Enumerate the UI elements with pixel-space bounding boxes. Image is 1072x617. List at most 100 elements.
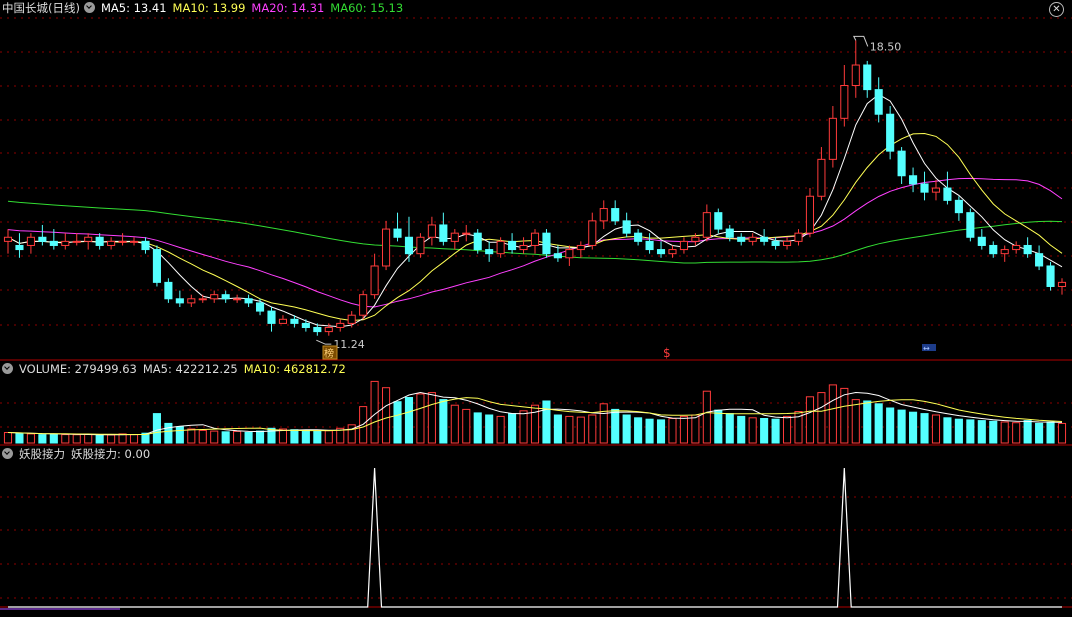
volume-bar[interactable] bbox=[805, 396, 815, 444]
volume-bar[interactable] bbox=[72, 434, 81, 444]
candlestick[interactable] bbox=[95, 233, 104, 250]
volume-bar[interactable] bbox=[817, 392, 826, 444]
candlestick[interactable] bbox=[748, 233, 757, 246]
volume-bar[interactable] bbox=[1012, 422, 1021, 444]
candlestick[interactable] bbox=[542, 229, 551, 258]
volume-bar[interactable] bbox=[656, 419, 666, 444]
candlestick[interactable] bbox=[702, 204, 711, 242]
volume-bar[interactable] bbox=[496, 415, 505, 444]
candlestick[interactable] bbox=[38, 224, 47, 246]
candlestick[interactable] bbox=[828, 106, 837, 168]
candlestick[interactable] bbox=[198, 294, 207, 303]
volume-bar[interactable] bbox=[748, 417, 757, 444]
candlestick[interactable] bbox=[175, 290, 184, 307]
candlestick[interactable] bbox=[221, 290, 230, 303]
volume-bar[interactable] bbox=[840, 387, 849, 444]
candlestick[interactable] bbox=[301, 319, 310, 332]
candlestick[interactable] bbox=[427, 216, 436, 246]
volume-bar[interactable] bbox=[439, 399, 448, 444]
candlestick[interactable] bbox=[565, 245, 574, 266]
volume-bar[interactable] bbox=[771, 418, 780, 444]
candlestick[interactable] bbox=[187, 294, 196, 307]
volume-bar[interactable] bbox=[714, 409, 723, 444]
volume-bar[interactable] bbox=[508, 413, 517, 444]
volume-bar[interactable] bbox=[404, 397, 414, 444]
volume-bar[interactable] bbox=[382, 387, 391, 444]
volume-bar[interactable] bbox=[233, 430, 242, 444]
volume-bar[interactable] bbox=[679, 415, 688, 444]
candlestick[interactable] bbox=[886, 106, 895, 160]
candlestick[interactable] bbox=[278, 315, 288, 324]
volume-bar[interactable] bbox=[210, 430, 219, 444]
volume-bar[interactable] bbox=[485, 414, 494, 444]
volume-bar[interactable] bbox=[1057, 422, 1067, 444]
candlestick[interactable] bbox=[370, 253, 379, 299]
volume-bar[interactable] bbox=[611, 408, 620, 444]
candlestick[interactable] bbox=[3, 229, 13, 254]
volume-bar[interactable] bbox=[393, 401, 402, 444]
chart-canvas[interactable]: 18.50 11.24榜 $ ↔ bbox=[0, 0, 1072, 613]
candlestick[interactable] bbox=[1057, 278, 1067, 295]
volume-bar[interactable] bbox=[954, 418, 963, 444]
volume-bar[interactable] bbox=[255, 430, 265, 444]
candlestick[interactable] bbox=[851, 40, 860, 98]
volume-bar[interactable] bbox=[450, 404, 459, 444]
volume-bar[interactable] bbox=[851, 399, 860, 444]
volume-bar[interactable] bbox=[920, 413, 929, 444]
candlestick[interactable] bbox=[897, 147, 906, 184]
candlestick[interactable] bbox=[943, 171, 952, 205]
candlestick[interactable] bbox=[267, 306, 276, 332]
candlestick[interactable] bbox=[977, 229, 986, 250]
stock-chart[interactable]: 18.50 11.24 榜 $ ↔ bbox=[0, 0, 1072, 613]
volume-bar[interactable] bbox=[943, 417, 952, 444]
candlestick[interactable] bbox=[152, 245, 161, 287]
candlestick[interactable] bbox=[72, 233, 81, 246]
volume-bar[interactable] bbox=[897, 409, 906, 444]
volume-bar[interactable] bbox=[15, 432, 24, 444]
volume-bar[interactable] bbox=[301, 429, 310, 444]
candlestick[interactable] bbox=[382, 220, 391, 271]
candlestick[interactable] bbox=[805, 188, 815, 238]
candlestick[interactable] bbox=[576, 241, 585, 258]
volume-bar[interactable] bbox=[61, 434, 70, 444]
volume-bar[interactable] bbox=[828, 384, 837, 444]
volume-bar[interactable] bbox=[760, 418, 769, 444]
volume-bar[interactable] bbox=[737, 415, 746, 444]
candlestick[interactable] bbox=[989, 241, 998, 258]
arrow-marker[interactable]: ↔ bbox=[922, 344, 936, 353]
candlestick[interactable] bbox=[141, 237, 150, 254]
volume-bar[interactable] bbox=[542, 400, 551, 444]
volume-bar[interactable] bbox=[565, 415, 574, 444]
candlestick[interactable] bbox=[771, 237, 780, 250]
volume-bar[interactable] bbox=[187, 428, 196, 444]
candlestick[interactable] bbox=[118, 233, 127, 246]
volume-bar[interactable] bbox=[588, 414, 597, 444]
candlestick[interactable] bbox=[233, 294, 242, 303]
candlestick[interactable] bbox=[840, 65, 849, 127]
candlestick[interactable] bbox=[519, 237, 528, 254]
candlestick[interactable] bbox=[359, 290, 368, 320]
volume-bar[interactable] bbox=[3, 432, 13, 444]
volume-bar[interactable] bbox=[530, 404, 540, 444]
candlestick[interactable] bbox=[954, 196, 963, 221]
volume-bar[interactable] bbox=[931, 414, 941, 444]
candlestick[interactable] bbox=[462, 224, 471, 242]
candlestick[interactable] bbox=[84, 233, 93, 250]
candlestick[interactable] bbox=[656, 241, 666, 258]
volume-bar[interactable] bbox=[645, 418, 654, 444]
s-marker[interactable]: $ bbox=[663, 346, 671, 360]
candlestick[interactable] bbox=[164, 278, 173, 303]
volume-bar[interactable] bbox=[909, 411, 918, 444]
volume-bar[interactable] bbox=[26, 433, 35, 444]
candlestick[interactable] bbox=[1000, 245, 1009, 262]
volume-bar[interactable] bbox=[198, 429, 207, 444]
volume-bar[interactable] bbox=[290, 429, 299, 444]
volume-bar[interactable] bbox=[152, 413, 161, 444]
volume-bar[interactable] bbox=[416, 393, 425, 444]
dropdown-icon[interactable] bbox=[2, 448, 13, 459]
candlestick[interactable] bbox=[473, 229, 482, 254]
candlestick[interactable] bbox=[737, 233, 746, 246]
candlestick[interactable] bbox=[210, 290, 219, 303]
candlestick[interactable] bbox=[920, 171, 929, 201]
dropdown-icon[interactable] bbox=[83, 2, 95, 13]
